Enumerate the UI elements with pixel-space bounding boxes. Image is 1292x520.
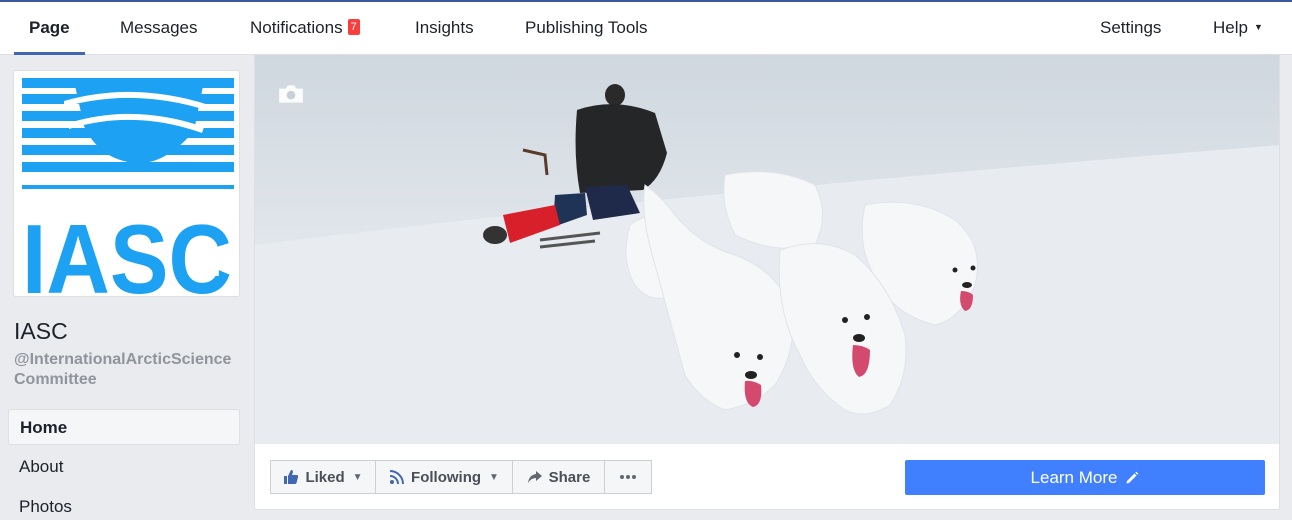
learn-more-label: Learn More: [1030, 467, 1118, 487]
page-name: IASC: [14, 318, 68, 344]
sidebar-item-photos[interactable]: Photos: [8, 489, 240, 520]
sidebar-item-about[interactable]: About: [8, 449, 240, 485]
following-button[interactable]: Following ▼: [375, 460, 513, 494]
help-label: Help: [1213, 18, 1248, 37]
help-menu[interactable]: Help ▼: [1213, 18, 1263, 38]
camera-icon[interactable]: [277, 83, 305, 105]
more-icon: [620, 475, 636, 479]
profile-picture[interactable]: IASC: [13, 70, 240, 297]
learn-more-button[interactable]: Learn More: [905, 460, 1265, 495]
share-arrow-icon: [527, 471, 542, 483]
cover-photo[interactable]: [255, 55, 1280, 444]
thumbs-up-icon: [284, 470, 299, 484]
tab-notifications-label: Notifications: [250, 18, 343, 37]
sidebar-item-home[interactable]: Home: [8, 409, 240, 445]
notifications-count-badge: 7: [347, 19, 360, 35]
caret-down-icon: ▼: [352, 471, 363, 483]
rss-icon: [389, 470, 405, 485]
share-button[interactable]: Share: [512, 460, 605, 494]
tab-messages[interactable]: Messages: [120, 18, 197, 38]
share-label: Share: [548, 468, 591, 486]
tab-publishing-tools[interactable]: Publishing Tools: [525, 18, 648, 38]
caret-down-icon: ▼: [489, 471, 499, 483]
pencil-icon[interactable]: [1125, 471, 1139, 485]
logo-text: IASC: [22, 204, 232, 297]
tab-page[interactable]: Page: [29, 18, 70, 38]
more-options-button[interactable]: [604, 460, 652, 494]
cover-card: Liked ▼ Following ▼ Share Learn More: [254, 55, 1280, 510]
page-top-nav: Page Messages Notifications 7 Insights Pu…: [0, 0, 1292, 55]
camera-icon[interactable]: [194, 257, 220, 277]
liked-button[interactable]: Liked ▼: [270, 460, 376, 494]
caret-down-icon: ▼: [1253, 22, 1263, 32]
active-tab-indicator: [14, 52, 85, 55]
liked-label: Liked: [305, 468, 345, 486]
settings-link[interactable]: Settings: [1100, 18, 1161, 38]
page-username[interactable]: @InternationalArcticScienceCommittee: [14, 350, 239, 390]
tab-notifications[interactable]: Notifications 7: [250, 18, 360, 38]
following-label: Following: [411, 468, 482, 486]
tab-insights[interactable]: Insights: [415, 18, 474, 38]
